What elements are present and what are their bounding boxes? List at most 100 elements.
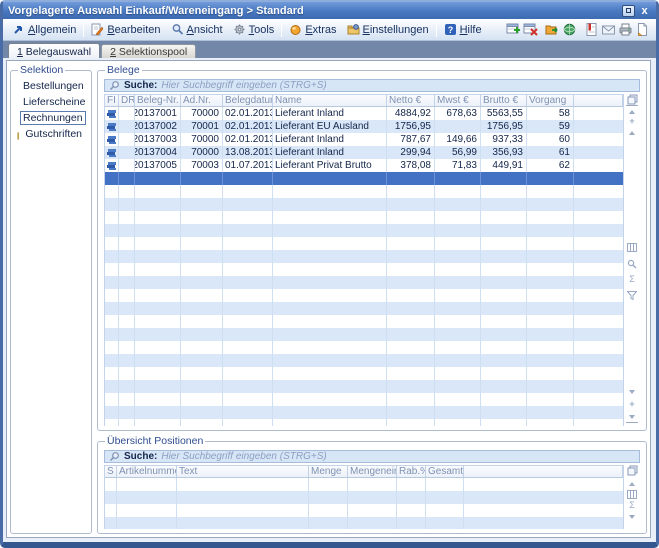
jump-arrow-icon (12, 23, 25, 36)
scroll-up-icon[interactable] (626, 478, 638, 489)
scroll-down-icon[interactable] (626, 511, 638, 522)
print-icon[interactable] (618, 22, 633, 37)
menu-einstellungen[interactable]: Einstellungen (342, 21, 434, 38)
beleg-icon (107, 122, 116, 132)
col-header-ad-nr[interactable]: Ad.Nr. (181, 95, 223, 106)
edit-document-icon (91, 23, 104, 36)
mail-icon[interactable] (601, 22, 616, 37)
empty-row (105, 419, 623, 426)
col-header-belegdatum[interactable]: Belegdatum (223, 95, 273, 106)
insert-row-icon[interactable]: + (626, 116, 638, 127)
sidebar-item-bestellungen[interactable]: Bestellungen (17, 78, 85, 94)
empty-row (105, 328, 623, 341)
filter-icon[interactable] (626, 290, 638, 301)
selected-row[interactable] (105, 172, 623, 185)
col-header-vorgang[interactable]: Vorgang (527, 95, 574, 106)
close-button[interactable]: x (638, 5, 651, 17)
quick-search-icon[interactable] (626, 258, 638, 269)
scroll-up-icon[interactable] (626, 127, 638, 138)
menu-separator (83, 23, 84, 37)
col-header-mengeneinheit[interactable]: Mengeneinheit (348, 466, 397, 477)
restore-icon (626, 8, 631, 13)
tab-belegauswahl[interactable]: 1 Belegauswahl (8, 43, 100, 58)
append-row-icon[interactable]: + (626, 399, 638, 410)
svg-text:?: ? (447, 25, 453, 35)
selektion-group: Selektion Bestellungen Lieferscheine Rec… (10, 64, 92, 534)
copy-grid-icon[interactable] (626, 94, 638, 105)
belege-search-input[interactable]: Suche: Hier Suchbegriff eingeben (STRG+S… (104, 79, 640, 92)
col-header-beleg-nr[interactable]: Beleg-Nr. (135, 95, 181, 106)
belege-empty-rows (105, 185, 623, 426)
empty-row (105, 211, 623, 224)
copy-grid-icon[interactable] (626, 465, 638, 476)
document-ribbon-icon[interactable] (584, 22, 599, 37)
restore-button[interactable] (622, 5, 635, 17)
menu-separator (281, 23, 282, 37)
positionen-grid-controls: Σ (624, 465, 640, 529)
positionen-legend: Übersicht Positionen (105, 435, 205, 447)
content-area: Selektion Bestellungen Lieferscheine Rec… (3, 58, 656, 542)
sidebar-item-gutschriften[interactable]: Gutschriften (17, 126, 85, 142)
title-bar: Vorgelagerte Auswahl Einkauf/Wareneingan… (3, 2, 656, 19)
menu-hilfe[interactable]: ? Hilfe (439, 21, 487, 38)
magnifier-icon (171, 23, 184, 36)
search-icon (109, 451, 120, 462)
beleg-icon (107, 109, 116, 119)
col-header-dr[interactable]: DR (119, 95, 135, 106)
menu-bearbeiten[interactable]: Bearbeiten (86, 21, 165, 38)
col-header-menge[interactable]: Menge (309, 466, 348, 477)
table-row[interactable]: 20137002 70001 02.01.2013 /Mi Lieferant … (105, 120, 623, 133)
table-row[interactable]: 20137003 70000 02.01.2013 /Mi Lieferant … (105, 133, 623, 146)
positionen-empty-rows (105, 478, 623, 529)
col-header-text[interactable]: Text (177, 466, 309, 477)
search-icon (109, 80, 120, 91)
menu-extras[interactable]: Extras (284, 21, 341, 38)
table-row[interactable]: 20137004 70000 13.08.2013 /Di Lieferant … (105, 146, 623, 159)
export-folder-icon[interactable] (545, 22, 560, 37)
menu-allgemein[interactable]: Allgemein (7, 21, 81, 38)
menu-ansicht[interactable]: Ansicht (166, 21, 228, 38)
scroll-down-icon[interactable] (626, 386, 638, 397)
globe-icon[interactable] (562, 22, 577, 37)
new-document-icon[interactable] (635, 22, 650, 37)
empty-row (105, 341, 623, 354)
col-header-mwst[interactable]: Mwst € (435, 95, 481, 106)
search-placeholder: Hier Suchbegriff eingeben (STRG+S) (161, 80, 326, 91)
scroll-top-icon[interactable] (626, 105, 638, 116)
positionen-group: Übersicht Positionen Suche: Hier Suchbeg… (97, 435, 647, 534)
sidebar-item-lieferscheine[interactable]: Lieferscheine (17, 94, 85, 110)
menu-tools[interactable]: Tools (228, 21, 280, 38)
col-header-gesamt[interactable]: Gesamt € (426, 466, 464, 477)
empty-row (105, 237, 623, 250)
belege-table: FI DR Beleg-Nr. Ad.Nr. Belegdatum Name N… (104, 94, 624, 426)
tab-selektionspool[interactable]: 2 Selektionspool (101, 44, 196, 58)
belege-legend: Belege (105, 64, 142, 76)
table-row[interactable]: 20137001 70000 02.01.2013 /Mi Lieferant … (105, 107, 623, 120)
delete-record-icon[interactable] (523, 22, 538, 37)
insert-record-icon[interactable] (506, 22, 521, 37)
col-header-rabatt[interactable]: Rab.% (397, 466, 426, 477)
tab-strip: 1 Belegauswahl 2 Selektionspool (3, 41, 656, 58)
col-header-artikelnummer[interactable]: Artikelnummer (117, 466, 177, 477)
col-header-s[interactable]: S (105, 466, 117, 477)
empty-row (105, 504, 623, 517)
column-options-icon[interactable] (626, 242, 638, 253)
sum-icon[interactable]: Σ (626, 500, 638, 511)
app-window: Vorgelagerte Auswahl Einkauf/Wareneingan… (0, 0, 659, 548)
empty-row (105, 478, 623, 491)
column-options-icon[interactable] (626, 489, 638, 500)
scroll-end-icon[interactable] (626, 412, 638, 423)
col-header-fi[interactable]: FI (105, 95, 119, 106)
empty-row (105, 315, 623, 328)
positionen-search-input[interactable]: Suche: Hier Suchbegriff eingeben (STRG+S… (104, 450, 640, 463)
menu-separator (436, 23, 437, 37)
col-header-name[interactable]: Name (273, 95, 387, 106)
table-row[interactable]: 20137005 70003 01.07.2013 /Mo Lieferant … (105, 159, 623, 172)
col-header-brutto[interactable]: Brutto € (481, 95, 527, 106)
window-title: Vorgelagerte Auswahl Einkauf/Wareneingan… (8, 5, 304, 17)
empty-row (105, 367, 623, 380)
col-header-netto[interactable]: Netto € (387, 95, 435, 106)
sidebar-item-rechnungen[interactable]: Rechnungen (17, 110, 85, 126)
search-label: Suche: (124, 451, 157, 462)
sum-icon[interactable]: Σ (626, 274, 638, 285)
